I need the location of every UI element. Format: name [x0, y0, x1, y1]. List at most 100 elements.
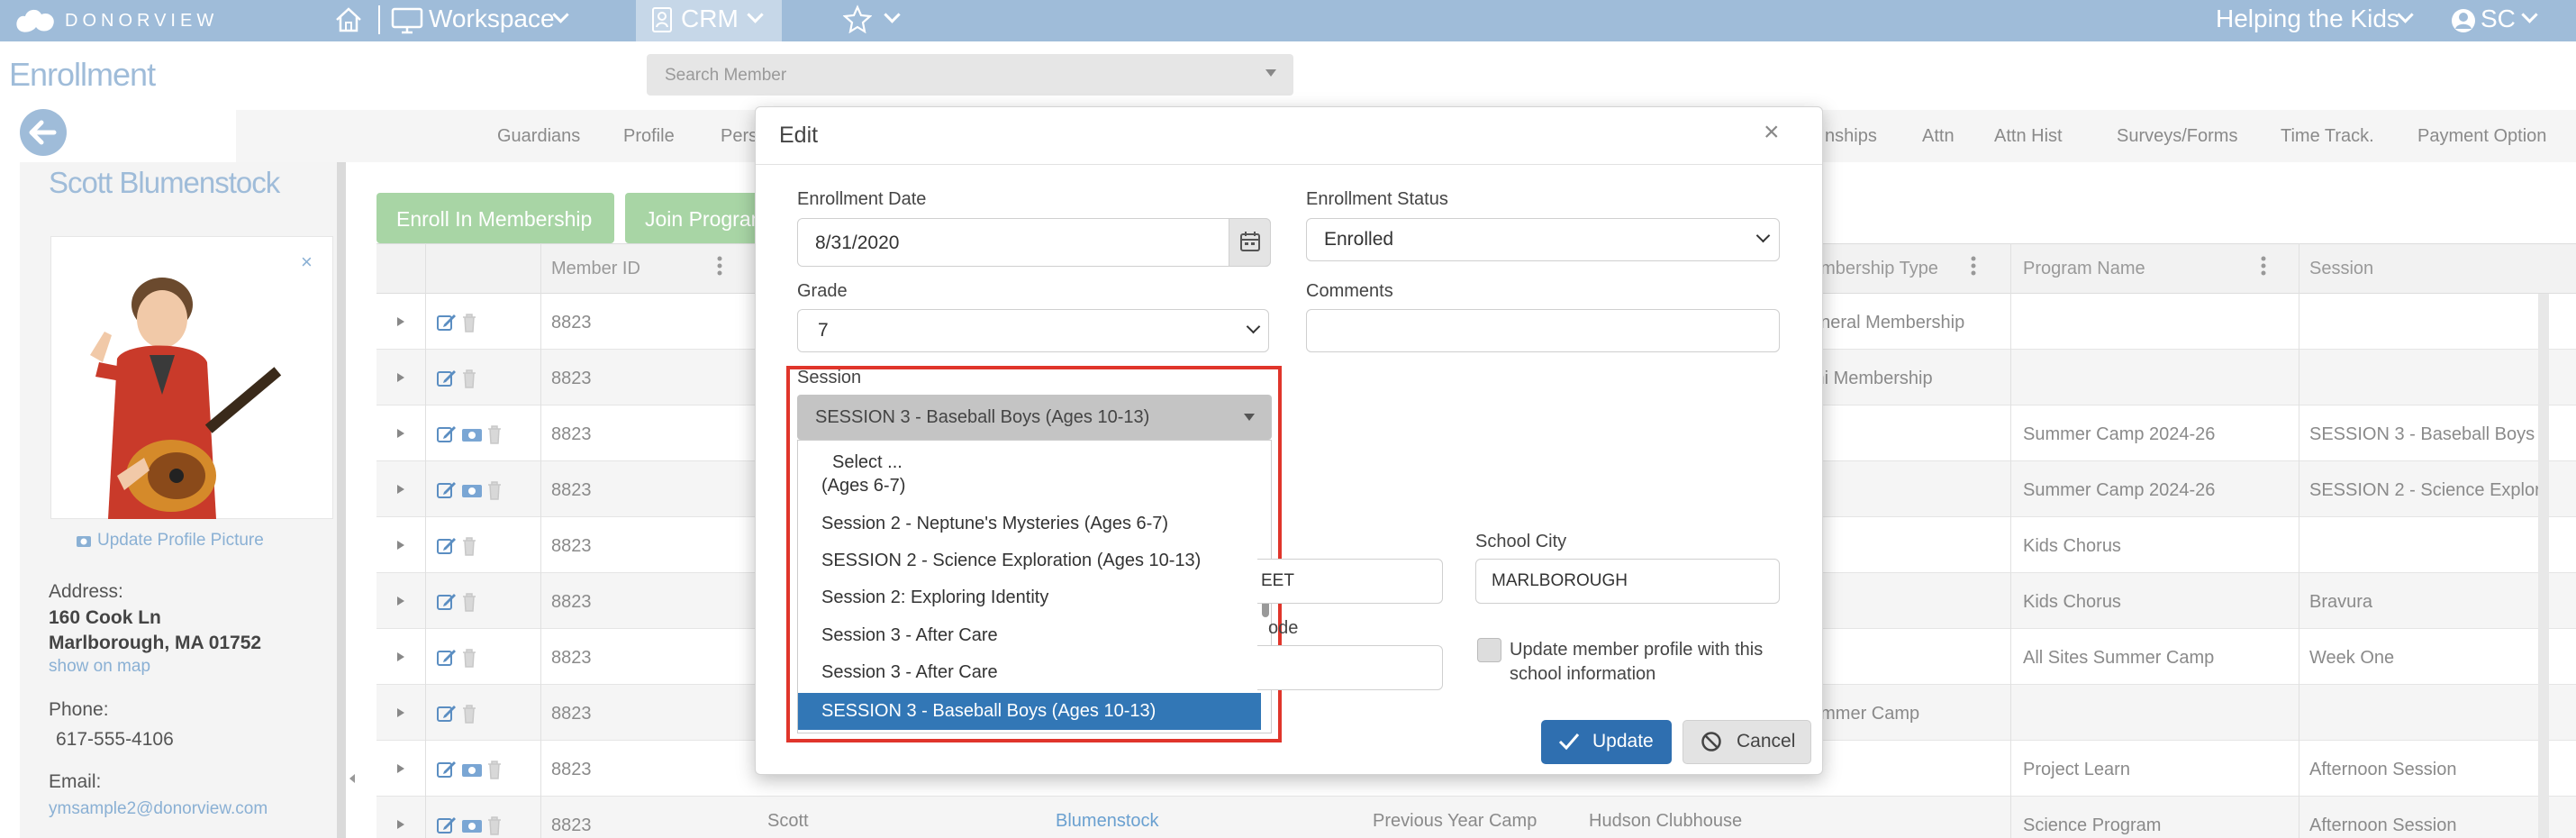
- session-option[interactable]: (Ages 6-7): [798, 468, 1261, 505]
- column-menu-icon[interactable]: [2261, 256, 2266, 276]
- star-icon[interactable]: [843, 5, 872, 33]
- donorview-logo-icon: [16, 9, 54, 32]
- camera-icon[interactable]: [76, 533, 92, 548]
- expand-row-icon[interactable]: [396, 316, 405, 327]
- grade-value: 7: [818, 320, 829, 341]
- expand-row-icon[interactable]: [396, 372, 405, 383]
- workspace-menu[interactable]: Workspace: [429, 5, 555, 33]
- comments-field[interactable]: [1306, 309, 1780, 352]
- session-option[interactable]: Session 2 - Neptune's Mysteries (Ages 6-…: [798, 506, 1261, 542]
- cell-member-id: 8823: [551, 648, 592, 668]
- expand-row-icon[interactable]: [396, 596, 405, 606]
- trash-icon[interactable]: [461, 592, 477, 612]
- trash-icon[interactable]: [486, 480, 503, 500]
- address-line2: Marlborough, MA 01752: [49, 633, 262, 653]
- update-profile-checkbox[interactable]: [1477, 638, 1501, 662]
- column-header-session[interactable]: Session: [2309, 259, 2373, 279]
- edit-icon[interactable]: [436, 313, 458, 332]
- expand-row-icon[interactable]: [396, 763, 405, 774]
- expand-row-icon[interactable]: [396, 484, 405, 495]
- expand-row-icon[interactable]: [396, 819, 405, 830]
- column-header-member-id[interactable]: Member ID: [551, 259, 640, 279]
- edit-icon[interactable]: [436, 648, 458, 668]
- user-menu[interactable]: SC: [2481, 5, 2516, 33]
- tab-memberships[interactable]: nships: [1825, 126, 1877, 147]
- tab-payment-option[interactable]: Payment Option: [2417, 126, 2546, 147]
- close-icon[interactable]: ×: [1764, 117, 1780, 148]
- edit-icon[interactable]: [436, 592, 458, 612]
- grade-select[interactable]: [797, 309, 1269, 352]
- column-menu-icon[interactable]: [717, 256, 722, 276]
- trash-icon[interactable]: [486, 815, 503, 835]
- top-nav-bar: [0, 0, 2576, 41]
- payment-icon[interactable]: [461, 427, 483, 443]
- trash-icon[interactable]: [461, 369, 477, 388]
- remove-photo-icon[interactable]: ×: [301, 250, 313, 274]
- enroll-membership-button[interactable]: Enroll In Membership: [376, 193, 614, 243]
- check-icon: [1558, 733, 1580, 751]
- home-icon[interactable]: [333, 5, 364, 34]
- collapse-arrow-icon[interactable]: [348, 773, 357, 784]
- school-zip-field[interactable]: [1257, 645, 1443, 690]
- trash-icon[interactable]: [486, 424, 503, 444]
- show-on-map-link[interactable]: show on map: [49, 657, 150, 677]
- session-option[interactable]: SESSION 2 - Science Exploration (Ages 10…: [798, 542, 1261, 579]
- edit-icon[interactable]: [436, 536, 458, 556]
- tab-profile[interactable]: Profile: [623, 126, 675, 147]
- join-program-button[interactable]: Join Program: [625, 193, 760, 243]
- tab-attn-hist[interactable]: Attn Hist: [1994, 126, 2063, 147]
- grid-scrollbar[interactable]: [2538, 294, 2549, 838]
- update-profile-picture-link[interactable]: Update Profile Picture: [97, 531, 264, 551]
- column-divider: [2010, 243, 2011, 838]
- trash-icon[interactable]: [461, 313, 477, 332]
- search-placeholder: Search Member: [665, 66, 787, 85]
- edit-icon[interactable]: [436, 760, 458, 779]
- crm-contact-icon: [652, 7, 672, 32]
- search-dropdown-icon[interactable]: [1265, 68, 1277, 77]
- monitor-icon: [391, 7, 423, 34]
- school-street-value: EET: [1261, 571, 1294, 590]
- cell-membership-type: ini Membership: [1810, 369, 1933, 388]
- session-option-selected[interactable]: SESSION 3 - Baseball Boys (Ages 10-13): [798, 693, 1261, 730]
- trash-icon[interactable]: [461, 536, 477, 556]
- cell-session: Week One: [2309, 648, 2395, 668]
- tab-guardians[interactable]: Guardians: [497, 126, 580, 147]
- expand-row-icon[interactable]: [396, 651, 405, 662]
- tab-time-track[interactable]: Time Track.: [2281, 126, 2374, 147]
- session-option[interactable]: Session 2: Exploring Identity: [798, 579, 1261, 616]
- tab-personal[interactable]: Pers: [721, 126, 757, 147]
- edit-icon[interactable]: [436, 424, 458, 444]
- payment-icon[interactable]: [461, 762, 483, 779]
- edit-icon[interactable]: [436, 369, 458, 388]
- modal-divider: [756, 164, 1822, 165]
- tab-attn[interactable]: Attn: [1922, 126, 1955, 147]
- edit-icon[interactable]: [436, 480, 458, 500]
- organization-menu[interactable]: Helping the Kids: [2216, 5, 2399, 33]
- enrollment-date-label: Enrollment Date: [797, 189, 927, 209]
- expand-row-icon[interactable]: [396, 707, 405, 718]
- edit-icon[interactable]: [436, 815, 458, 835]
- cell-last-name-link[interactable]: Blumenstock: [1056, 811, 1159, 832]
- logo-text[interactable]: DONORVIEW: [65, 11, 218, 32]
- trash-icon[interactable]: [461, 648, 477, 668]
- crm-label[interactable]: CRM: [681, 5, 739, 33]
- column-menu-icon[interactable]: [1971, 256, 1976, 276]
- enrollment-status-label: Enrollment Status: [1306, 189, 1448, 209]
- payment-icon[interactable]: [461, 483, 483, 499]
- payment-icon[interactable]: [461, 818, 483, 834]
- panel-collapse-bar[interactable]: [337, 162, 346, 838]
- tab-surveys-forms[interactable]: Surveys/Forms: [2117, 126, 2237, 147]
- expand-row-icon[interactable]: [396, 428, 405, 439]
- modal-title: Edit: [779, 123, 819, 148]
- session-option[interactable]: Session 3 - After Care: [798, 654, 1261, 691]
- expand-row-icon[interactable]: [396, 540, 405, 551]
- edit-icon[interactable]: [436, 704, 458, 724]
- session-option[interactable]: Session 3 - After Care: [798, 617, 1261, 654]
- column-header-membership-type[interactable]: embership Type: [1810, 259, 1938, 279]
- column-header-program-name[interactable]: Program Name: [2023, 259, 2145, 279]
- trash-icon[interactable]: [486, 760, 503, 779]
- school-zip-label: ode: [1268, 618, 1299, 638]
- user-avatar-icon[interactable]: [2450, 7, 2477, 34]
- email-link[interactable]: ymsample2@donorview.com: [49, 799, 268, 819]
- trash-icon[interactable]: [461, 704, 477, 724]
